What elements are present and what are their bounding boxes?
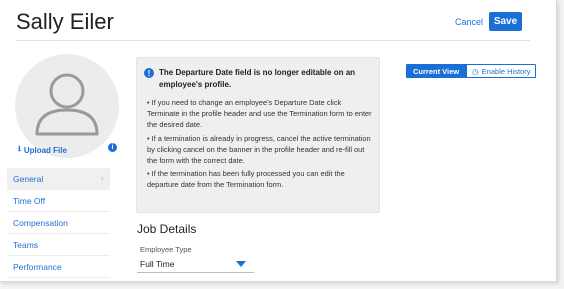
- save-button[interactable]: Save: [489, 12, 522, 31]
- sidebar-item-label: General: [13, 173, 44, 184]
- dropdown-caret-icon: [236, 261, 246, 267]
- chevron-right-icon: ›: [100, 173, 104, 184]
- sidebar-item-time-off[interactable]: Time Off: [7, 190, 110, 212]
- edit-profile-panel: Sally Eiler Cancel Save ⭳ Upload File i …: [0, 0, 557, 282]
- sidebar-item-general[interactable]: General ›: [7, 168, 110, 190]
- notice-bullet: • If you need to change an employee's De…: [147, 98, 372, 130]
- sidebar-item-label: Teams: [13, 239, 39, 250]
- employee-type-value: Full Time: [140, 259, 175, 269]
- notice-bullet: • If the termination has been fully proc…: [147, 169, 345, 190]
- current-view-button[interactable]: Current View: [406, 64, 467, 78]
- upload-file-button[interactable]: ⭳ Upload File: [18, 143, 67, 157]
- upload-file-label: Upload File: [23, 145, 67, 155]
- employee-type-select[interactable]: Full Time: [137, 256, 254, 273]
- sidebar-item-performance[interactable]: Performance: [7, 256, 110, 278]
- clock-icon: ◷: [472, 66, 479, 76]
- cancel-button[interactable]: Cancel: [455, 17, 483, 27]
- sidebar-item-teams[interactable]: Teams: [7, 234, 110, 256]
- view-toggle: Current View ◷ Enable History: [406, 64, 537, 78]
- sidebar-item-label: Performance: [13, 261, 62, 272]
- upload-icon: ⭳: [18, 144, 21, 153]
- notice-heading: The Departure Date field is no longer ed…: [159, 68, 356, 89]
- sidebar-item-label: Compensation: [13, 217, 68, 228]
- sidebar-nav: General › Time Off Compensation Teams Pe…: [7, 168, 110, 278]
- alert-icon: !: [144, 68, 154, 78]
- enable-history-button[interactable]: ◷ Enable History: [466, 64, 537, 78]
- departure-date-notice: ! The Departure Date field is no longer …: [136, 57, 380, 213]
- notice-bullet: • If a termination is already in progres…: [147, 133, 371, 166]
- notice-bullet-list: • If you need to change an employee's De…: [147, 97, 372, 193]
- job-details-heading: Job Details: [137, 222, 197, 236]
- header-divider: [16, 40, 530, 41]
- page-title: Sally Eiler: [16, 9, 114, 34]
- sidebar-item-compensation[interactable]: Compensation: [7, 212, 110, 234]
- employee-type-label: Employee Type: [140, 245, 192, 254]
- sidebar-item-label: Time Off: [13, 195, 46, 206]
- enable-history-label: Enable History: [481, 66, 531, 76]
- info-icon[interactable]: i: [108, 143, 117, 152]
